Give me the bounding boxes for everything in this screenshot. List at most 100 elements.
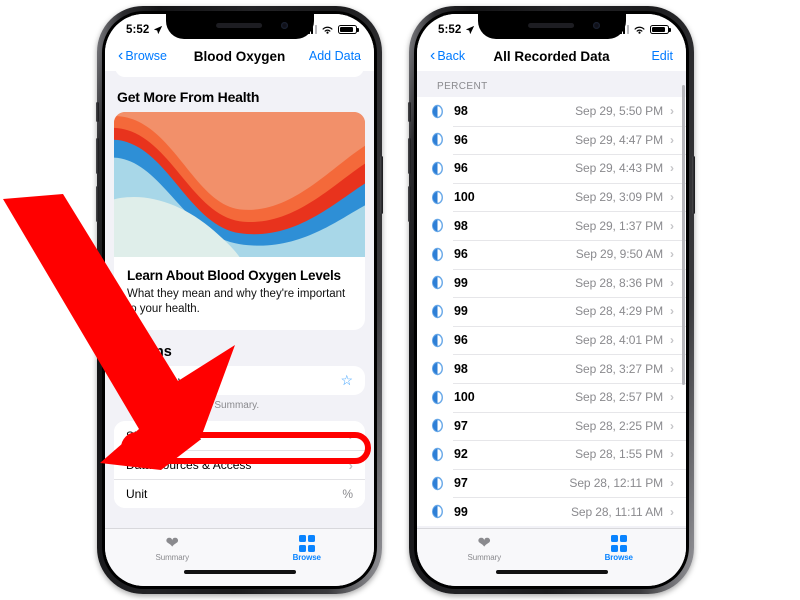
options-group: Show All Data › Data Sources & Access › … — [114, 421, 365, 509]
heart-icon: ❤ — [165, 534, 179, 552]
record-value: 96 — [454, 161, 468, 176]
home-indicator-area — [417, 568, 686, 586]
record-date: Sep 28, 4:01 PM — [575, 333, 663, 348]
option-row-unit[interactable]: Unit % — [114, 479, 365, 509]
table-row[interactable]: 99 Sep 28, 8:36 PM › — [417, 268, 686, 298]
left-scroll-area[interactable]: Get More From Health Learn About Blood O… — [105, 71, 374, 528]
table-row[interactable]: 98 Sep 29, 1:37 PM › — [417, 211, 686, 240]
volume-up-button[interactable] — [96, 138, 99, 174]
chevron-right-icon: › — [670, 504, 674, 519]
record-value: 97 — [454, 418, 468, 433]
star-icon[interactable]: ☆ — [340, 372, 353, 389]
screenshot-canvas: 5:52 ‹ Browse Blood Oxygen Add Data Get … — [0, 0, 800, 600]
volume-up-button[interactable] — [408, 138, 411, 174]
tab-summary[interactable]: ❤ Summary — [417, 534, 552, 562]
option-row-add-to-favorites[interactable]: Add to Favorites ☆ — [114, 366, 365, 396]
right-scroll-area[interactable]: PERCENT 98 Sep 29, 5:50 PM › 96 Sep 29, 4:47… — [417, 71, 686, 528]
chevron-right-icon: › — [670, 190, 674, 205]
power-button[interactable] — [692, 156, 695, 214]
tab-summary[interactable]: ❤ Summary — [105, 534, 240, 562]
promo-card[interactable]: Learn About Blood Oxygen Levels What the… — [114, 112, 365, 331]
right-phone-bezel: 5:52 ‹ Back All Recorded Data Edit PERCE… — [414, 11, 689, 589]
left-phone-screen: 5:52 ‹ Browse Blood Oxygen Add Data Get … — [105, 14, 374, 586]
location-arrow-icon — [154, 25, 163, 34]
chevron-left-icon: ‹ — [118, 47, 124, 64]
heart-icon: ❤ — [477, 534, 491, 552]
add-data-button[interactable]: Add Data — [309, 49, 361, 63]
blood-oxygen-icon — [432, 361, 443, 376]
table-row[interactable]: 96 Sep 29, 4:43 PM › — [417, 154, 686, 183]
record-value: 96 — [454, 333, 468, 348]
record-date: Sep 29, 4:47 PM — [575, 132, 663, 147]
blood-oxygen-icon — [432, 390, 443, 404]
blood-oxygen-icon — [432, 304, 443, 319]
chevron-right-icon: › — [670, 476, 674, 491]
option-row-show-all-data[interactable]: Show All Data › — [114, 421, 365, 451]
table-row[interactable]: 100 Sep 28, 2:57 PM › — [417, 382, 686, 412]
record-date: Sep 28, 8:36 PM — [575, 275, 663, 290]
chevron-right-icon: › — [670, 390, 674, 405]
record-date: Sep 28, 11:11 AM — [570, 504, 663, 519]
table-row[interactable]: 97 Sep 28, 2:25 PM › — [417, 411, 686, 441]
silent-switch[interactable] — [96, 102, 99, 122]
table-row[interactable]: 96 Sep 29, 9:50 AM › — [417, 239, 686, 269]
power-button[interactable] — [380, 156, 383, 214]
chevron-right-icon: › — [670, 247, 674, 262]
tab-browse[interactable]: Browse — [240, 535, 375, 562]
tab-browse[interactable]: Browse — [552, 535, 687, 562]
status-bar-left: 5:52 — [438, 24, 475, 36]
table-row[interactable]: 97 Sep 28, 12:11 PM › — [417, 468, 686, 498]
chevron-right-icon: › — [670, 304, 674, 319]
record-date: Sep 29, 9:50 AM — [575, 247, 663, 262]
battery-icon — [338, 24, 359, 35]
right-phone-device: 5:52 ‹ Back All Recorded Data Edit PERCE… — [408, 6, 695, 594]
option-row-data-sources[interactable]: Data Sources & Access › — [114, 450, 365, 480]
edit-button[interactable]: Edit — [651, 49, 673, 63]
table-row[interactable]: 96 Sep 28, 4:01 PM › — [417, 325, 686, 355]
table-row[interactable]: 100 Sep 29, 3:09 PM › — [417, 182, 686, 212]
home-indicator[interactable] — [183, 570, 296, 574]
grid-icon — [610, 535, 627, 552]
clock: 5:52 — [126, 23, 150, 36]
wifi-icon — [634, 26, 645, 34]
table-row[interactable]: 99 Sep 28, 4:29 PM › — [417, 297, 686, 326]
record-value: 98 — [454, 104, 468, 119]
volume-down-button[interactable] — [96, 186, 99, 222]
wifi-icon — [322, 26, 333, 34]
earpiece-speaker — [527, 23, 574, 28]
chevron-right-icon: › — [670, 333, 674, 348]
promo-heading: Learn About Blood Oxygen Levels — [127, 268, 341, 283]
volume-down-button[interactable] — [408, 186, 411, 222]
table-row[interactable]: 99 Sep 28, 11:11 AM › — [417, 497, 686, 526]
promo-artwork — [114, 112, 365, 257]
tab-bar: ❤ Summary Browse — [417, 528, 686, 568]
table-row[interactable]: 98 Sep 28, 3:27 PM › — [417, 354, 686, 383]
battery-icon — [650, 24, 671, 35]
back-button[interactable]: ‹ Back — [430, 48, 465, 64]
option-label: Unit — [126, 487, 148, 502]
table-row[interactable]: 92 Sep 28, 1:55 PM › — [417, 440, 686, 469]
tab-label: Summary — [155, 552, 190, 562]
scroll-indicator[interactable] — [682, 85, 685, 385]
home-indicator[interactable] — [495, 570, 608, 574]
blood-oxygen-icon — [432, 133, 443, 147]
back-button-label: Back — [437, 49, 466, 63]
record-value: 99 — [454, 275, 468, 290]
table-row[interactable]: 98 Sep 29, 5:50 PM › — [417, 97, 686, 126]
record-date: Sep 28, 4:29 PM — [575, 304, 663, 319]
record-value: 98 — [454, 361, 468, 376]
option-label: Data Sources & Access — [126, 458, 252, 473]
partially-scrolled-card — [115, 71, 364, 77]
left-phone-bezel: 5:52 ‹ Browse Blood Oxygen Add Data Get … — [102, 11, 377, 589]
front-camera — [280, 22, 288, 29]
chevron-right-icon: › — [348, 457, 353, 473]
back-button[interactable]: ‹ Browse — [118, 48, 167, 64]
clock: 5:52 — [438, 23, 462, 36]
table-row[interactable]: 96 Sep 29, 4:47 PM › — [417, 125, 686, 155]
favorites-note: Favorites appear in Summary. — [126, 400, 260, 412]
silent-switch[interactable] — [408, 102, 411, 122]
notch — [165, 14, 314, 39]
blood-oxygen-icon — [432, 190, 443, 204]
record-value: 100 — [454, 190, 475, 205]
home-indicator-area — [105, 568, 374, 586]
